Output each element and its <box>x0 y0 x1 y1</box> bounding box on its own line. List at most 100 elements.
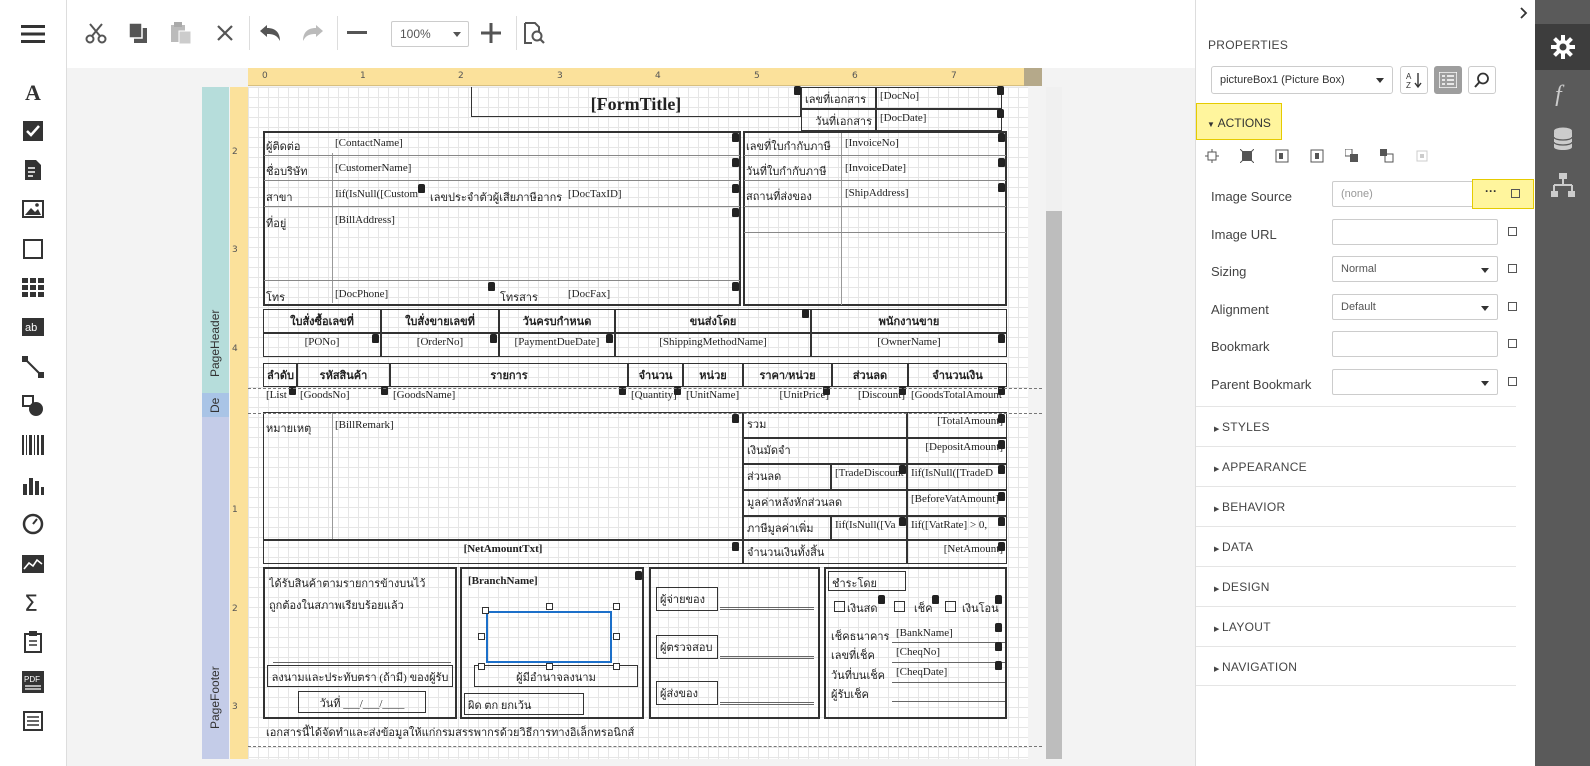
page-header-band[interactable]: PageHeader <box>202 87 229 393</box>
resize-handle[interactable] <box>478 663 485 670</box>
image-source-input[interactable]: (none) <box>1332 181 1475 207</box>
customer-field[interactable]: [CustomerName] <box>335 162 411 174</box>
cash-checkbox[interactable] <box>834 601 845 612</box>
cash-label[interactable]: เงินสด <box>847 599 878 617</box>
doc-date-label[interactable]: วันที่เอกสาร <box>801 109 876 131</box>
zoom-select[interactable]: 100% <box>391 21 469 47</box>
total-value[interactable]: [BeforeVatAmount] <box>907 490 1007 516</box>
total-value[interactable]: [DepositAmount] <box>907 438 1007 464</box>
order-header[interactable]: ขนส่งโดย <box>615 309 811 333</box>
resize-handle[interactable] <box>546 663 553 670</box>
bring-to-front-icon[interactable] <box>1345 149 1359 163</box>
transfer-checkbox[interactable] <box>945 601 956 612</box>
scrollbar-thumb[interactable] <box>1046 211 1062 759</box>
align-left-icon[interactable] <box>1275 149 1289 163</box>
summary-tool-icon[interactable]: Σ <box>18 588 48 618</box>
item-header[interactable]: ราคา/หน่วย <box>743 363 832 387</box>
branch-field[interactable]: Iif(IsNull([Custom <box>335 188 423 200</box>
form-title[interactable]: [FormTitle] <box>471 87 801 117</box>
panel-tool-icon[interactable] <box>18 234 48 264</box>
line-tool-icon[interactable] <box>18 352 48 382</box>
taxid-label[interactable]: เลขประจำตัวผู้เสียภาษีอากร <box>430 188 562 206</box>
image-url-input[interactable] <box>1332 219 1498 245</box>
gauge-tool-icon[interactable] <box>18 509 48 539</box>
sizing-select[interactable]: Normal <box>1332 256 1498 282</box>
sparkline-tool-icon[interactable] <box>18 549 48 579</box>
resize-handle[interactable] <box>613 663 620 670</box>
hierarchy-icon[interactable] <box>1550 172 1576 198</box>
footer-note[interactable]: เอกสารนี้ได้จัดทำและส่งข้อมูลให้แก่กรมสร… <box>266 723 634 741</box>
item-header[interactable]: หน่วย <box>683 363 743 387</box>
ship-field[interactable]: [ShipAddress] <box>845 187 909 199</box>
section-navigation[interactable]: ▶ NAVIGATION <box>1196 646 1516 686</box>
order-value[interactable]: [ShippingMethodName] <box>615 333 811 357</box>
branch-name-field[interactable]: [BranchName] <box>468 575 538 587</box>
collapse-panel-icon[interactable] <box>1519 6 1529 24</box>
pay-by-label[interactable]: ชำระโดย <box>828 571 906 591</box>
menu-icon[interactable] <box>18 19 48 49</box>
vat-expr-field[interactable]: Iif(IsNull([Va <box>831 516 907 540</box>
detail-band[interactable]: De <box>202 393 229 417</box>
order-value[interactable]: [OwnerName] <box>811 333 1007 357</box>
total-value[interactable]: Iif([VatRate] > 0, <box>907 516 1007 540</box>
redo-icon[interactable] <box>298 18 328 48</box>
fax-label[interactable]: โทรสาร <box>500 288 538 306</box>
character-comb-tool-icon[interactable]: ab <box>18 312 48 342</box>
item-header[interactable]: รายการ <box>390 363 628 387</box>
stamp-text[interactable]: ผิด ตก ยกเว้น <box>464 693 584 715</box>
property-marker[interactable] <box>1508 339 1517 348</box>
section-design[interactable]: ▶ DESIGN <box>1196 566 1516 606</box>
bank-label[interactable]: เช็คธนาคาร <box>828 625 893 645</box>
section-data[interactable]: ▶ DATA <box>1196 526 1516 566</box>
cheq-no-label[interactable]: เลขที่เช็ค <box>828 644 893 664</box>
fax-field[interactable]: [DocFax] <box>568 288 610 300</box>
taxid-field[interactable]: [DocTaxID] <box>568 188 622 200</box>
payer-label[interactable]: ผู้จ่ายของ <box>656 587 718 611</box>
invoice-no-label[interactable]: เลขที่ใบกำกับภาษี <box>746 137 831 155</box>
function-icon[interactable]: f <box>1550 80 1576 106</box>
undo-icon[interactable] <box>255 18 285 48</box>
property-marker[interactable] <box>1511 189 1520 198</box>
address-field[interactable]: [BillAddress] <box>335 214 395 226</box>
contact-field[interactable]: [ContactName] <box>335 137 403 149</box>
order-header[interactable]: ใบสั่งซื้อเลขที่ <box>263 309 381 333</box>
invoice-date-field[interactable]: [InvoiceDate] <box>845 162 906 174</box>
order-header[interactable]: ใบสั่งขายเลขที่ <box>381 309 499 333</box>
resize-handle[interactable] <box>482 607 489 614</box>
total-label[interactable]: เงินมัดจำ <box>743 438 907 464</box>
total-label[interactable]: ภาษีมูลค่าเพิ่ม <box>743 516 831 540</box>
total-label[interactable]: รวม <box>743 412 907 438</box>
resize-handle[interactable] <box>613 603 620 610</box>
received-text-2[interactable]: ถูกต้องในสภาพเรียบร้อยแล้ว <box>269 596 404 614</box>
cheque-checkbox[interactable] <box>894 601 905 612</box>
property-marker[interactable] <box>1508 227 1517 236</box>
total-label[interactable]: มูลค่าหลังหักส่วนลด <box>743 490 907 516</box>
search-properties-button[interactable] <box>1468 66 1496 94</box>
resize-handle[interactable] <box>478 633 485 640</box>
date-line[interactable]: วันที่ ___/___/____ <box>298 691 426 713</box>
pdf-content-tool-icon[interactable]: PDF <box>18 667 48 697</box>
resize-handle[interactable] <box>613 633 620 640</box>
property-marker[interactable] <box>1508 377 1517 386</box>
section-layout[interactable]: ▶ LAYOUT <box>1196 606 1516 646</box>
company-label[interactable]: ชื่อบริษัท <box>266 162 307 180</box>
remark-field[interactable]: [BillRemark] <box>335 419 394 431</box>
fit-to-container-icon[interactable] <box>1240 149 1254 163</box>
sender-label[interactable]: ผู้ส่งของ <box>656 681 718 705</box>
ruler-margin-marker[interactable] <box>1024 68 1042 86</box>
zoom-in-icon[interactable] <box>476 18 506 48</box>
alignment-select[interactable]: Default <box>1332 294 1498 320</box>
order-header[interactable]: พนักงานขาย <box>811 309 1007 333</box>
branch-label[interactable]: สาขา <box>266 188 293 206</box>
delete-icon[interactable] <box>210 18 240 48</box>
item-value[interactable]: [UnitName] <box>683 387 743 411</box>
copy-icon[interactable] <box>123 18 153 48</box>
phone-label[interactable]: โทร <box>266 288 285 306</box>
item-header[interactable]: จำนวน <box>628 363 683 387</box>
section-styles[interactable]: ▶ STYLES <box>1196 406 1516 446</box>
item-value[interactable]: [UnitPrice] <box>743 387 832 411</box>
invoice-no-field[interactable]: [InvoiceNo] <box>845 137 899 149</box>
order-value[interactable]: [OrderNo] <box>381 333 499 357</box>
address-label[interactable]: ที่อยู่ <box>266 214 286 232</box>
fit-bounds-icon[interactable] <box>1205 149 1219 163</box>
